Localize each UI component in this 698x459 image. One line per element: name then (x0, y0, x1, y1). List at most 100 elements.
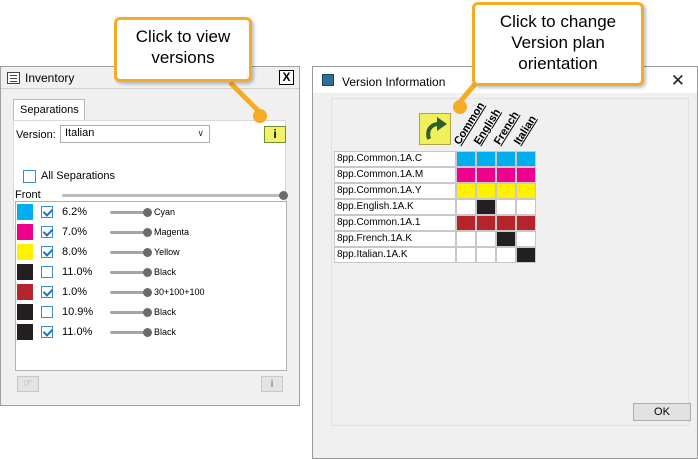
separation-row: 11.0% Black (16, 262, 286, 282)
separation-percent: 7.0% (62, 226, 88, 238)
separation-name: Cyan (154, 207, 176, 217)
separation-swatch (17, 224, 33, 240)
separation-slider-knob[interactable] (143, 308, 152, 317)
separation-slider[interactable] (110, 268, 152, 277)
list-window-icon (7, 72, 20, 84)
version-row-label: 8pp.English.1A.K (334, 199, 456, 215)
separation-name: Magenta (154, 227, 190, 237)
separation-checkbox[interactable] (41, 286, 53, 298)
chevron-down-icon: ∨ (197, 128, 204, 138)
callout-dot-versions (253, 109, 267, 123)
version-grid-cell (456, 167, 476, 183)
separation-slider-knob[interactable] (143, 228, 152, 237)
version-grid-cell (476, 167, 496, 183)
tab-separations[interactable]: Separations (13, 99, 85, 121)
version-grid-cell (516, 183, 536, 199)
pointer-tool-icon[interactable]: ☞ (17, 376, 39, 392)
curved-arrow-icon (426, 117, 447, 140)
version-grid-cell (456, 231, 476, 247)
inventory-title: Inventory (25, 71, 75, 85)
version-grid-cell (496, 231, 516, 247)
separation-row: 1.0% 30+100+100 (16, 282, 286, 302)
separation-slider[interactable] (110, 208, 152, 217)
version-grid-cell (496, 167, 516, 183)
version-window-close-button[interactable]: ✕ (671, 71, 685, 91)
separation-slider-knob[interactable] (143, 288, 152, 297)
callout-change-orientation: Click to change Version plan orientation (472, 2, 644, 86)
separation-slider-knob[interactable] (143, 248, 152, 257)
version-grid-cell (476, 151, 496, 167)
separation-row: 7.0% Magenta (16, 222, 286, 242)
version-window-title: Version Information (342, 75, 446, 89)
version-grid-cell (516, 167, 536, 183)
separation-percent: 11.0% (62, 326, 93, 338)
version-grid-cell (476, 215, 496, 231)
version-grid-cell (496, 215, 516, 231)
separation-slider[interactable] (110, 228, 152, 237)
version-label: Version: (16, 129, 56, 141)
version-grid-cell (476, 199, 496, 215)
version-row-label: 8pp.Common.1A.M (334, 167, 456, 183)
separation-name: 30+100+100 (154, 287, 205, 297)
separation-swatch (17, 244, 33, 260)
separation-percent: 6.2% (62, 206, 88, 218)
version-information-window: Version Information ✕ Common English Frenc… (312, 66, 698, 459)
version-grid-cell (476, 231, 496, 247)
separation-checkbox[interactable] (41, 326, 53, 338)
separation-slider[interactable] (110, 308, 152, 317)
version-row-label: 8pp.Common.1A.C (334, 151, 456, 167)
separation-slider-knob[interactable] (143, 208, 152, 217)
separation-row: 11.0% Black (16, 322, 286, 342)
version-grid-cell (516, 215, 536, 231)
view-versions-button[interactable]: i (264, 126, 286, 143)
separation-checkbox[interactable] (41, 306, 53, 318)
version-grid-cell (516, 247, 536, 263)
separation-percent: 10.9% (62, 306, 94, 318)
separation-swatch (17, 304, 33, 320)
separation-name: Black (154, 327, 177, 337)
all-separations-checkbox[interactable] (23, 170, 36, 183)
separation-slider[interactable] (110, 248, 152, 257)
separation-name: Black (154, 267, 177, 277)
separation-slider-knob[interactable] (143, 268, 152, 277)
separation-checkbox[interactable] (41, 226, 53, 238)
version-grid-cell (456, 151, 476, 167)
separations-list: 6.2% Cyan 7.0% Magenta 8.0% Yellow 11.0% Black 1… (15, 201, 287, 371)
version-grid-cell (456, 247, 476, 263)
separation-percent: 11.0% (62, 266, 93, 278)
version-grid-cell (516, 231, 536, 247)
separation-slider-knob[interactable] (143, 328, 152, 337)
change-orientation-button[interactable] (419, 113, 451, 145)
version-select-value: Italian (65, 127, 95, 139)
version-row-label: 8pp.Common.1A.Y (334, 183, 456, 199)
separation-slider[interactable] (110, 328, 152, 337)
all-separations-label: All Separations (41, 170, 115, 182)
version-grid-cell (496, 199, 516, 215)
version-grid-cell (456, 215, 476, 231)
version-grid-cell (476, 183, 496, 199)
separation-name: Yellow (154, 247, 180, 257)
front-slider-knob[interactable] (279, 191, 288, 200)
version-row-label: 8pp.Common.1A.1 (334, 215, 456, 231)
separation-swatch (17, 284, 33, 300)
separation-checkbox[interactable] (41, 206, 53, 218)
version-grid-cell (516, 151, 536, 167)
version-grid-cell (456, 199, 476, 215)
version-grid-cell (456, 183, 476, 199)
ok-button[interactable]: OK (633, 403, 691, 421)
separation-row: 8.0% Yellow (16, 242, 286, 262)
inventory-close-button[interactable]: X (279, 70, 294, 85)
version-grid-cell (496, 183, 516, 199)
separation-swatch (17, 204, 33, 220)
separation-checkbox[interactable] (41, 246, 53, 258)
version-select[interactable]: Italian ∨ (60, 125, 210, 143)
version-grid-cell (476, 247, 496, 263)
callout-dot-orientation (453, 100, 467, 114)
separation-slider[interactable] (110, 288, 152, 297)
version-grid-cell (516, 199, 536, 215)
info-icon[interactable]: i (261, 376, 283, 392)
version-row-label: 8pp.Italian.1A.K (334, 247, 456, 263)
separation-percent: 1.0% (62, 286, 88, 298)
separation-checkbox[interactable] (41, 266, 53, 278)
front-slider[interactable] (62, 191, 288, 200)
